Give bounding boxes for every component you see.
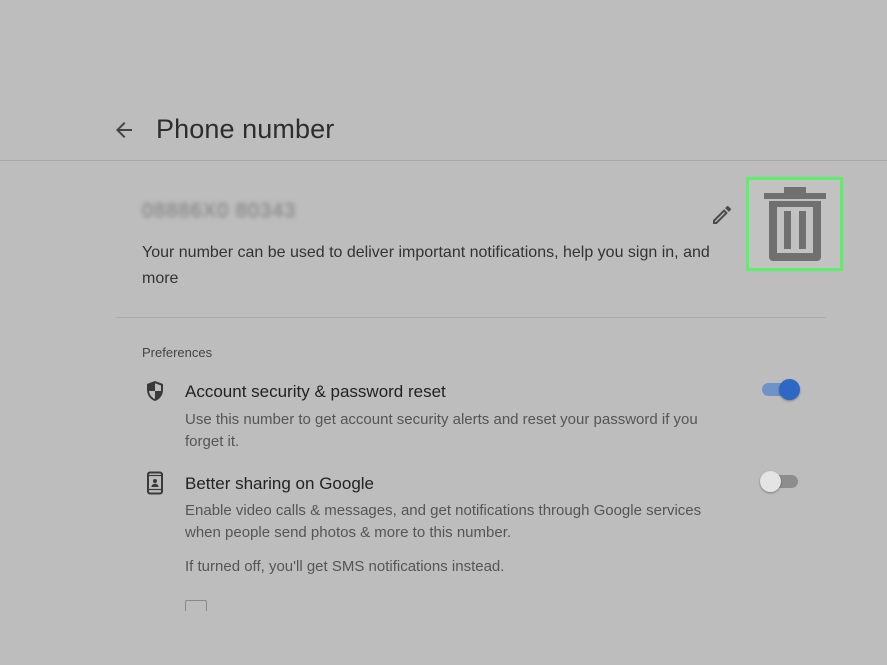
phone-description-line: more: [142, 270, 179, 287]
pref-note-better-sharing: If turned off, you'll get SMS notificati…: [185, 558, 505, 575]
shield-icon: [143, 379, 167, 403]
phone-description-line: Your number can be used to deliver impor…: [142, 244, 710, 261]
pref-desc-line: Use this number to get account security …: [185, 411, 698, 428]
phone-description: Your number can be used to deliver impor…: [142, 240, 752, 296]
preferences-label: Preferences: [142, 345, 213, 360]
pref-title-account-security: Account security & password reset: [185, 382, 446, 401]
page-title: Phone number: [156, 114, 335, 144]
delete-button[interactable]: [746, 177, 843, 271]
phone-icon: [143, 471, 167, 495]
pref-desc-line: forget it.: [185, 433, 240, 450]
checkbox[interactable]: [185, 600, 207, 611]
pref-desc-line: Enable video calls & messages, and get n…: [185, 502, 702, 519]
pref-desc-better-sharing: Enable video calls & messages, and get n…: [185, 500, 755, 544]
arrow-left-icon: [116, 122, 132, 138]
divider: [116, 317, 826, 318]
back-button[interactable]: [112, 118, 140, 146]
trash-icon: [763, 187, 826, 261]
toggle-account-security[interactable]: [760, 377, 800, 401]
pref-title-better-sharing: Better sharing on Google: [185, 474, 375, 493]
toggle-better-sharing[interactable]: [760, 469, 800, 493]
phone-number-value: 08886X0 80343: [142, 200, 297, 222]
toggle-knob: [779, 379, 800, 400]
pref-desc-line: when people send photos & more to this n…: [185, 524, 512, 541]
pref-desc-account-security: Use this number to get account security …: [185, 409, 745, 453]
pencil-icon: [713, 205, 731, 224]
page-header: Phone number: [0, 100, 887, 161]
edit-button[interactable]: [710, 203, 734, 227]
toggle-knob: [760, 471, 781, 492]
